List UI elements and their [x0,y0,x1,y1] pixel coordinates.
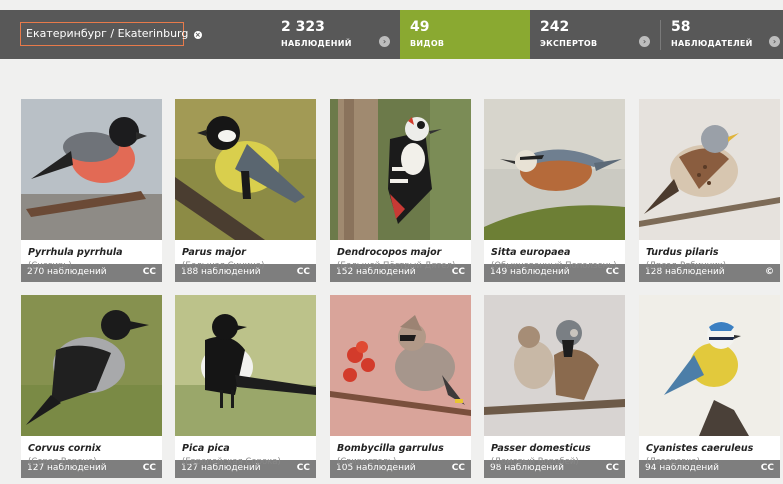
stat-observers[interactable]: 58 НАБЛЮДАТЕЛЕЙ › [661,10,783,59]
stat-observations[interactable]: 2 323 НАБЛЮДЕНИЙ › [271,10,400,59]
species-latin-name[interactable]: Dendrocopos major [337,247,441,258]
license-badge[interactable]: © [765,267,774,277]
species-card[interactable]: 270 наблюдений CC Pyrrhula pyrrhula (Сне… [21,99,162,282]
waxwing-photo[interactable] [330,295,471,436]
license-badge[interactable]: CC [452,463,465,473]
stat-experts-label: ЭКСПЕРТОВ [540,39,598,48]
stat-species-value: 49 [410,19,430,35]
species-latin-name[interactable]: Parus major [182,247,246,258]
species-common-name: (Большой Пёстрый Дятел) [337,261,456,271]
species-latin-name[interactable]: Pyrrhula pyrrhula [28,247,123,258]
stat-experts-value: 242 [540,19,570,35]
stat-species[interactable]: 49 ВИДОВ [400,10,530,59]
stats-bar: Екатеринбург / Ekaterinburg × 2 323 НАБЛ… [0,10,783,59]
species-card[interactable]: 188 наблюдений CC Parus major (Большая С… [175,99,316,282]
stat-observations-label: НАБЛЮДЕНИЙ [281,39,352,48]
stat-observers-value: 58 [671,19,691,35]
species-card[interactable]: 98 наблюдений CC Passer domesticus (Домо… [484,295,625,478]
license-badge[interactable]: CC [143,463,156,473]
species-common-name: (Снегирь) [28,261,72,271]
location-label: Екатеринбург / Ekaterinburg [26,27,189,40]
species-common-name: (Свиристель) [337,457,397,467]
species-latin-name[interactable]: Corvus cornix [28,443,101,454]
species-card[interactable]: 149 наблюдений CC Sitta europaea (Обыкно… [484,99,625,282]
location-filter[interactable]: Екатеринбург / Ekaterinburg × [20,22,202,46]
species-common-name: (Дрозд-Рябинник) [646,261,727,271]
arrow-right-icon[interactable]: › [379,36,390,47]
species-latin-name[interactable]: Sitta europaea [491,247,570,258]
license-badge[interactable]: CC [143,267,156,277]
species-common-name: (Обыкновенный Поползень) [491,261,617,271]
fieldfare-photo[interactable] [639,99,780,240]
license-badge[interactable]: CC [606,463,619,473]
species-card[interactable]: 105 наблюдений CC Bombycilla garrulus (С… [330,295,471,478]
great-tit-photo[interactable] [175,99,316,240]
species-card[interactable]: 152 наблюдений CC Dendrocopos major (Бол… [330,99,471,282]
blue-tit-photo[interactable] [639,295,780,436]
bullfinch-photo[interactable] [21,99,162,240]
species-card[interactable]: 127 наблюдений CC Corvus cornix (Серая В… [21,295,162,478]
species-latin-name[interactable]: Bombycilla garrulus [337,443,444,454]
magpie-photo[interactable] [175,295,316,436]
woodpecker-photo[interactable] [330,99,471,240]
species-common-name: (Домовый Воробей) [491,457,579,467]
species-common-name: (Европейская Сорока) [182,457,281,467]
species-card[interactable]: 94 наблюдений CC Cyanistes caeruleus (Ла… [639,295,780,478]
species-common-name: (Большая Синица) [182,261,265,271]
arrow-right-icon[interactable]: › [639,36,650,47]
species-card[interactable]: 127 наблюдений CC Pica pica (Европейская… [175,295,316,478]
stat-observers-label: НАБЛЮДАТЕЛЕЙ [671,39,753,48]
nuthatch-photo[interactable] [484,99,625,240]
hooded-crow-photo[interactable] [21,295,162,436]
house-sparrow-photo[interactable] [484,295,625,436]
license-badge[interactable]: CC [297,267,310,277]
license-badge[interactable]: CC [297,463,310,473]
stat-species-label: ВИДОВ [410,39,445,48]
species-latin-name[interactable]: Turdus pilaris [646,247,719,258]
stat-observations-value: 2 323 [281,19,325,35]
species-latin-name[interactable]: Pica pica [182,443,230,454]
species-latin-name[interactable]: Cyanistes caeruleus [646,443,753,454]
stat-experts[interactable]: 242 ЭКСПЕРТОВ › [530,10,660,59]
species-common-name: (Лазоревка) [646,457,700,467]
species-card[interactable]: 128 наблюдений © Turdus pilaris (Дрозд-Р… [639,99,780,282]
clear-location-icon[interactable]: × [193,31,202,39]
species-common-name: (Серая Ворона) [28,457,97,467]
species-latin-name[interactable]: Passer domesticus [491,443,591,454]
arrow-right-icon[interactable]: › [769,36,780,47]
license-badge[interactable]: CC [761,463,774,473]
